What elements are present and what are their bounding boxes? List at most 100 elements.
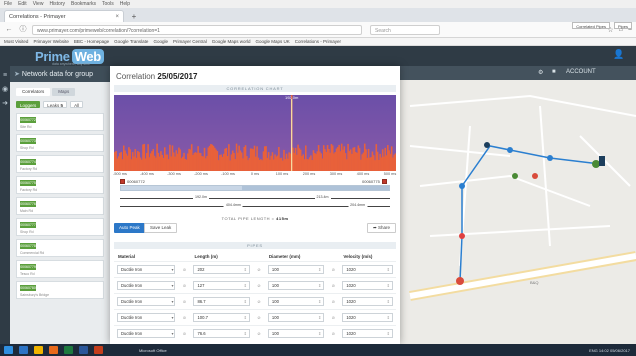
logger-list-item[interactable]: 00060780 Sainsbury's Bridge <box>16 281 104 299</box>
info-icon[interactable]: ⓘ <box>18 25 28 35</box>
logger-list-item[interactable]: 00060773 Shop Rd <box>16 134 104 152</box>
pipes-toggle[interactable]: Pipes <box>613 22 632 29</box>
spinner-icon[interactable]: ⇕ <box>318 282 321 290</box>
spinner-icon[interactable]: ⇕ <box>387 314 390 322</box>
dropdown-icon[interactable]: ▾ <box>171 298 173 306</box>
link-icon[interactable]: ⊘ <box>181 297 187 306</box>
material-field[interactable]: Ductile Iron ▾ <box>117 328 176 338</box>
pipe-bar[interactable] <box>120 185 390 191</box>
bookmark-item[interactable]: Correlations - Primayer <box>295 39 341 44</box>
bookmark-item[interactable]: Google <box>153 39 168 44</box>
hamburger-icon[interactable]: ≡ <box>0 72 10 79</box>
spinner-icon[interactable]: ⇕ <box>244 298 247 306</box>
dropdown-icon[interactable]: ▾ <box>171 330 173 338</box>
bookmark-item[interactable]: Google Maps world <box>212 39 251 44</box>
tab-maps[interactable]: Maps <box>52 88 76 96</box>
bookmark-item[interactable]: Primayer Central <box>173 39 207 44</box>
layers-icon[interactable]: ■ <box>552 69 556 75</box>
logger-list-item[interactable]: 00060774 Factory Rd <box>16 155 104 173</box>
correlation-chart[interactable]: 192.0m <box>114 95 396 171</box>
location-icon[interactable]: ◉ <box>0 85 10 93</box>
back-icon[interactable]: ← <box>4 25 14 35</box>
spinner-icon[interactable]: ⇕ <box>244 282 247 290</box>
link-icon[interactable]: ⊘ <box>330 281 336 290</box>
user-icon[interactable]: 👤 <box>608 49 630 63</box>
diameter-field[interactable]: 100 ⇕ <box>267 280 325 290</box>
browser-tab[interactable]: Correlations - Primayer × <box>4 10 124 22</box>
velocity-field[interactable]: 1020 ⇕ <box>342 264 393 274</box>
link-icon[interactable]: ⊘ <box>181 281 187 290</box>
account-menu[interactable]: ACCOUNT <box>566 69 596 75</box>
bookmark-item[interactable]: Primayer Website <box>33 39 68 44</box>
correlated-pipes-toggle[interactable]: Correlated Pipes <box>572 22 610 29</box>
material-field[interactable]: Ductile Iron ▾ <box>117 280 176 290</box>
spinner-icon[interactable]: ⇕ <box>387 330 390 338</box>
spinner-icon[interactable]: ⇕ <box>387 282 390 290</box>
bookmark-item[interactable]: Google Maps UK <box>256 39 290 44</box>
length-field[interactable]: 76.6 ⇕ <box>193 328 250 338</box>
menu-item[interactable]: Bookmarks <box>71 1 96 7</box>
share-button[interactable]: ➦ Share <box>366 223 396 233</box>
filter-leaks[interactable]: Leaks 5 <box>43 101 68 108</box>
edge-icon[interactable] <box>19 346 28 354</box>
menu-item[interactable]: History <box>49 1 65 7</box>
link-icon[interactable]: ⊘ <box>330 313 336 322</box>
link-icon[interactable]: ⊘ <box>330 329 336 338</box>
folder-icon[interactable] <box>34 346 43 354</box>
length-field[interactable]: 202 ⇕ <box>193 264 250 274</box>
logger-list-item[interactable]: 00060779 Tesco Rd <box>16 260 104 278</box>
link-icon[interactable]: ⊘ <box>181 313 187 322</box>
taskbar-app-label[interactable]: Microsoft Office <box>139 348 167 353</box>
menu-item[interactable]: View <box>33 1 44 7</box>
powerpoint-icon[interactable] <box>94 346 103 354</box>
diameter-field[interactable]: 100 ⇕ <box>267 328 325 338</box>
windows-start-icon[interactable] <box>4 346 13 354</box>
excel-icon[interactable] <box>64 346 73 354</box>
bookmark-item[interactable]: BBC - Homepage <box>74 39 109 44</box>
spinner-icon[interactable]: ⇕ <box>318 266 321 274</box>
menu-item[interactable]: File <box>4 1 12 7</box>
length-field[interactable]: 127 ⇕ <box>193 280 250 290</box>
material-field[interactable]: Ductile Iron ▾ <box>117 264 176 274</box>
dropdown-icon[interactable]: ▾ <box>171 314 173 322</box>
settings-icon[interactable]: ⚙ <box>538 69 543 76</box>
link-icon[interactable]: ⊘ <box>256 297 262 306</box>
auto-peak-button[interactable]: Auto Peak <box>114 223 145 233</box>
material-field[interactable]: Ductile Iron ▾ <box>117 312 176 322</box>
spinner-icon[interactable]: ⇕ <box>387 298 390 306</box>
firefox-icon[interactable] <box>49 346 58 354</box>
spinner-icon[interactable]: ⇕ <box>244 314 247 322</box>
menu-item[interactable]: Tools <box>102 1 114 7</box>
menu-item[interactable]: Help <box>120 1 130 7</box>
spinner-icon[interactable]: ⇕ <box>244 330 247 338</box>
length-field[interactable]: 100.7 ⇕ <box>193 312 250 322</box>
logger-a-marker[interactable]: 00060772 <box>120 179 145 184</box>
logger-list-item[interactable]: 00060777 Shop Rd <box>16 218 104 236</box>
dropdown-icon[interactable]: ▾ <box>171 282 173 290</box>
link-icon[interactable]: ⊘ <box>181 329 187 338</box>
spinner-icon[interactable]: ⇕ <box>318 314 321 322</box>
link-icon[interactable]: ⊘ <box>330 297 336 306</box>
bookmark-item[interactable]: Google Translate <box>114 39 148 44</box>
diameter-field[interactable]: 100 ⇕ <box>267 264 325 274</box>
expand-icon[interactable]: ➤ <box>14 71 20 78</box>
logger-list-item[interactable]: 00060775 Factory Rd <box>16 176 104 194</box>
velocity-field[interactable]: 1020 ⇕ <box>342 296 393 306</box>
dropdown-icon[interactable]: ▾ <box>171 266 173 274</box>
arrow-icon[interactable]: ➜ <box>0 99 10 107</box>
material-field[interactable]: Ductile Iron ▾ <box>117 296 176 306</box>
velocity-field[interactable]: 1020 ⇕ <box>342 312 393 322</box>
logger-list-item[interactable]: 00060776 Main Rd <box>16 197 104 215</box>
link-icon[interactable]: ⊘ <box>256 281 262 290</box>
link-icon[interactable]: ⊘ <box>330 265 336 274</box>
spinner-icon[interactable]: ⇕ <box>318 298 321 306</box>
diameter-field[interactable]: 100 ⇕ <box>267 312 325 322</box>
menu-item[interactable]: Edit <box>18 1 27 7</box>
address-bar[interactable]: www.primayer.com/primeweb/correlation/?c… <box>32 24 362 35</box>
logger-list-item[interactable]: 00060772 Site Rd <box>16 113 104 131</box>
close-icon[interactable]: × <box>115 14 119 20</box>
velocity-field[interactable]: 1020 ⇕ <box>342 280 393 290</box>
spinner-icon[interactable]: ⇕ <box>244 266 247 274</box>
spinner-icon[interactable]: ⇕ <box>387 266 390 274</box>
search-input[interactable]: Search <box>370 24 440 35</box>
